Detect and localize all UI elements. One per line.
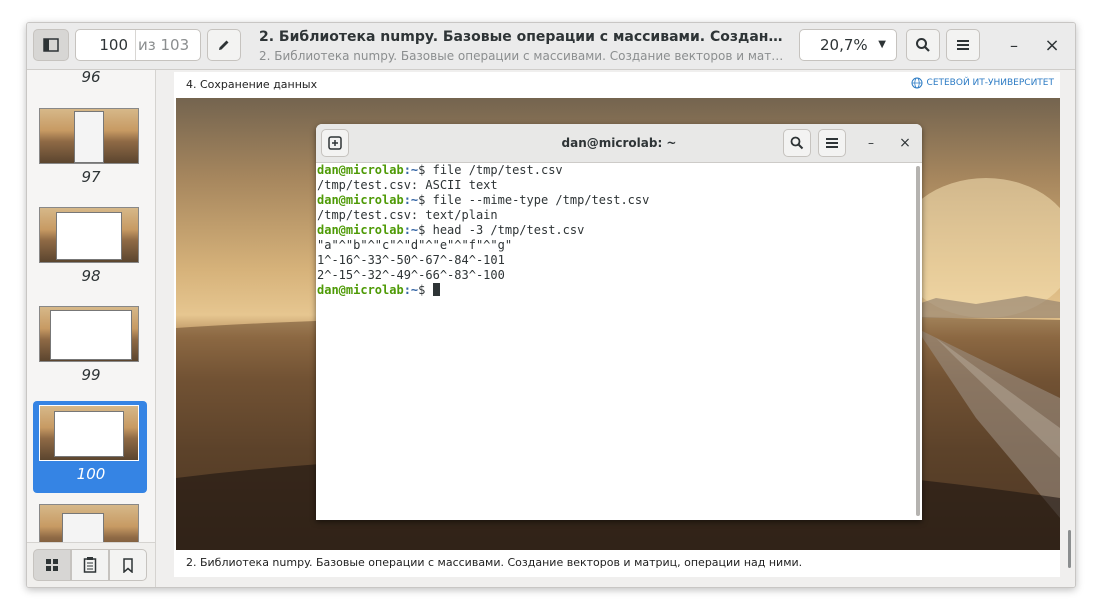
terminal-line: dan@microlab:~$ file --mime-type /tmp/te… — [317, 193, 917, 208]
tab-thumbnails[interactable] — [33, 549, 71, 581]
terminal-line: dan@microlab:~$ — [317, 283, 917, 298]
thumbnail-number: 96 — [81, 70, 101, 86]
close-icon: × — [1044, 34, 1060, 56]
notes-icon — [83, 557, 97, 573]
terminal-search-button[interactable] — [783, 129, 811, 157]
thumbnail-page-99[interactable] — [39, 306, 139, 362]
minimize-icon: – — [868, 136, 874, 150]
thumbnail-number: 99 — [81, 366, 101, 384]
prompt-path: :~ — [403, 223, 419, 237]
document-page: 4. Сохранение данных СЕТЕВОЙ ИТ-УНИВЕРСИ… — [174, 72, 1060, 577]
pencil-icon — [219, 40, 229, 50]
thumbnail-page-100[interactable] — [39, 405, 139, 461]
terminal-close-button[interactable]: × — [894, 129, 916, 157]
thumbnail-content — [56, 212, 122, 260]
terminal-output[interactable]: dan@microlab:~$ file /tmp/test.csv /tmp/… — [316, 163, 917, 520]
terminal-line: /tmp/test.csv: text/plain — [317, 208, 498, 222]
prompt-user: dan@microlab — [317, 283, 404, 297]
university-logo: СЕТЕВОЙ ИТ-УНИВЕРСИТЕТ — [911, 77, 1054, 89]
header-bar: 100 из 103 2. Библиотека numpy. Базовые … — [27, 23, 1075, 70]
close-button[interactable]: × — [1037, 29, 1067, 61]
terminal-line: /tmp/test.csv: ASCII text — [317, 178, 498, 192]
tab-bookmarks[interactable] — [109, 549, 147, 581]
thumbnail-page-98[interactable] — [39, 207, 139, 263]
document-title-block: 2. Библиотека numpy. Базовые операции с … — [259, 27, 785, 65]
page-separator — [135, 30, 136, 60]
page-number-field[interactable]: 100 из 103 — [75, 29, 201, 61]
prompt-user: dan@microlab — [317, 193, 404, 207]
document-viewer-window: 100 из 103 2. Библиотека numpy. Базовые … — [26, 22, 1076, 588]
sidebar-icon — [43, 38, 59, 52]
zoom-selector[interactable]: 20,7% ▼ — [799, 29, 897, 61]
zoom-value: 20,7% — [820, 36, 868, 54]
minimize-icon: – — [1010, 35, 1018, 55]
command-text: $ file /tmp/test.csv — [418, 163, 563, 177]
command-text: $ file --mime-type /tmp/test.csv — [418, 193, 650, 207]
thumbnail-number-selected: 100 — [76, 465, 106, 483]
thumbnail-content — [50, 310, 132, 360]
terminal-line: 1^-16^-33^-50^-67^-84^-101 — [317, 253, 505, 267]
command-text: $ — [418, 283, 433, 297]
terminal-line: "a"^"b"^"c"^"d"^"e"^"f"^"g" — [317, 238, 513, 252]
terminal-minimize-button[interactable]: – — [860, 129, 882, 157]
sidebar-toggle-button[interactable] — [33, 29, 69, 61]
terminal-header-bar: dan@microlab: ~ – × — [316, 124, 922, 163]
thumbnail-content — [74, 111, 104, 163]
document-subtitle: 2. Библиотека numpy. Базовые операции с … — [259, 49, 785, 63]
terminal-line: 2^-15^-32^-49^-66^-83^-100 — [317, 268, 505, 282]
screenshot-image: dan@microlab: ~ – × dan@microlab:~$ file… — [176, 98, 1060, 550]
thumbnail-number: 98 — [81, 267, 101, 285]
annotate-button[interactable] — [207, 29, 241, 61]
terminal-line: dan@microlab:~$ file /tmp/test.csv — [317, 163, 917, 178]
search-button[interactable] — [906, 29, 940, 61]
logo-text: СЕТЕВОЙ ИТ-УНИВЕРСИТЕТ — [926, 78, 1054, 88]
globe-icon — [911, 77, 923, 89]
prompt-path: :~ — [403, 193, 419, 207]
sidebar-tabs — [27, 542, 155, 587]
hamburger-menu-icon — [826, 138, 838, 148]
hamburger-menu-icon — [957, 40, 969, 50]
main-menu-button[interactable] — [946, 29, 980, 61]
document-scrollbar[interactable] — [1068, 530, 1071, 568]
minimize-button[interactable]: – — [999, 29, 1029, 61]
prompt-user: dan@microlab — [317, 163, 404, 177]
terminal-cursor — [432, 283, 440, 296]
document-title: 2. Библиотека numpy. Базовые операции с … — [259, 29, 785, 45]
page-header-text: 4. Сохранение данных — [186, 78, 318, 91]
thumbnail-sidebar: 96 97 98 99 100 — [27, 70, 156, 587]
page-current[interactable]: 100 — [76, 30, 128, 60]
terminal-line: dan@microlab:~$ head -3 /tmp/test.csv — [317, 223, 917, 238]
prompt-path: :~ — [403, 283, 419, 297]
chevron-down-icon: ▼ — [878, 39, 886, 50]
terminal-menu-button[interactable] — [818, 129, 846, 157]
thumbnail-content — [54, 411, 124, 457]
prompt-user: dan@microlab — [317, 223, 404, 237]
terminal-scrollbar[interactable] — [916, 166, 920, 516]
search-icon — [790, 136, 804, 150]
command-text: $ head -3 /tmp/test.csv — [418, 223, 585, 237]
thumbnail-page-97[interactable] — [39, 108, 139, 164]
close-icon: × — [899, 135, 911, 151]
bookmark-icon — [123, 557, 133, 573]
prompt-path: :~ — [403, 163, 419, 177]
document-view[interactable]: 4. Сохранение данных СЕТЕВОЙ ИТ-УНИВЕРСИ… — [156, 70, 1075, 587]
terminal-window: dan@microlab: ~ – × dan@microlab:~$ file… — [316, 124, 922, 520]
grid-icon — [46, 559, 58, 571]
search-icon — [916, 38, 930, 52]
tab-annotations[interactable] — [71, 549, 109, 581]
page-footer-text: 2. Библиотека numpy. Базовые операции с … — [186, 556, 803, 569]
page-total: из 103 — [138, 36, 190, 54]
thumbnail-number: 97 — [81, 168, 101, 186]
